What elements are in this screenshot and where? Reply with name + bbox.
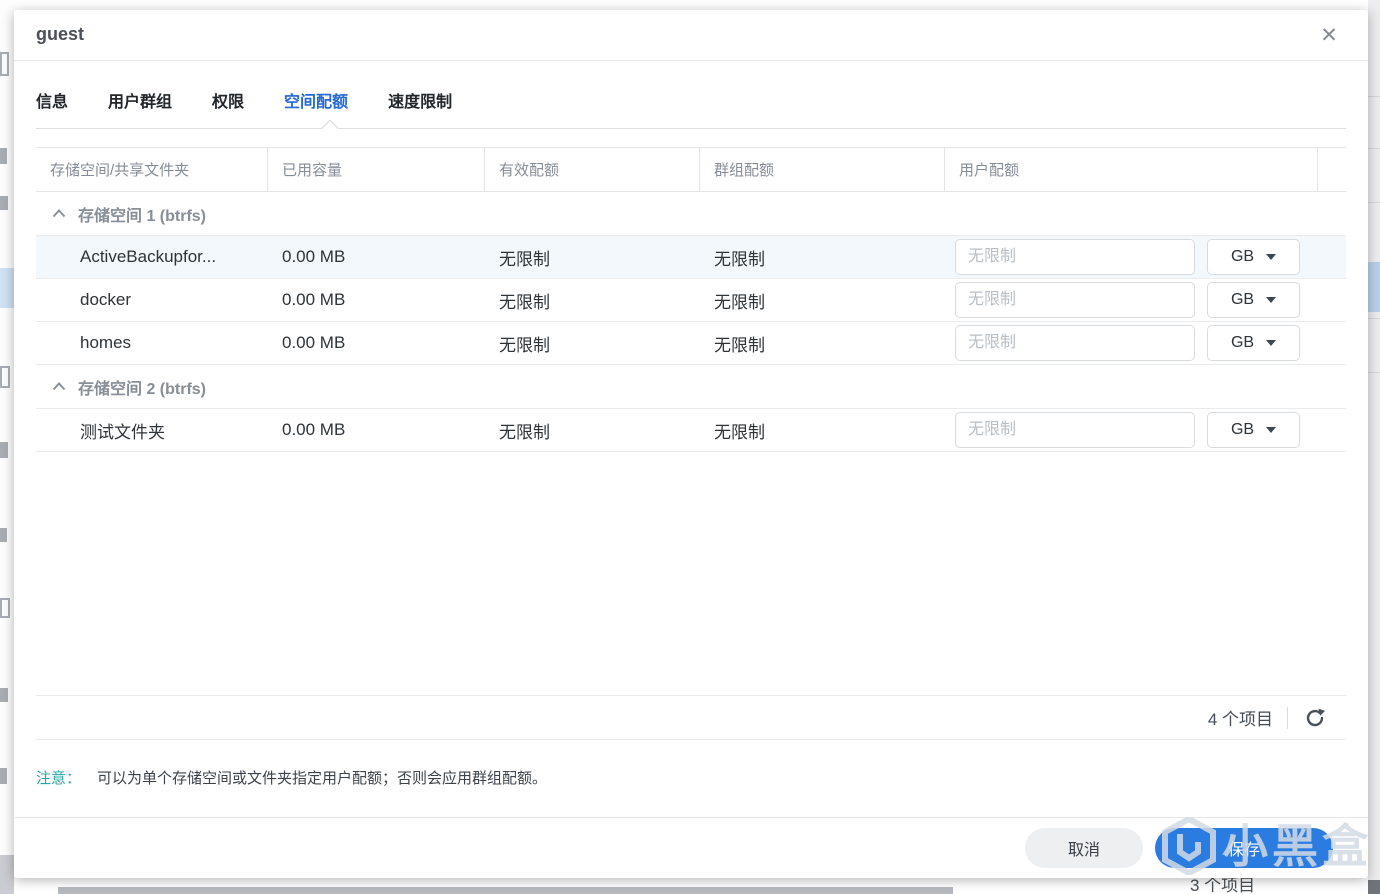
unit-select[interactable]: GB — [1207, 412, 1300, 448]
column-header — [1318, 148, 1346, 191]
dialog-tabs: 信息 用户群组 权限 空间配额 速度限制 — [36, 88, 452, 118]
tab-空间配额[interactable]: 空间配额 — [284, 88, 348, 118]
background-right-strip — [1368, 0, 1380, 894]
effective-quota: 无限制 — [499, 249, 550, 269]
group-quota: 无限制 — [714, 249, 765, 269]
unit-select[interactable]: GB — [1207, 325, 1300, 361]
user-quota-cell: GB — [945, 325, 1318, 361]
shared-folder-name: homes — [80, 333, 132, 352]
user-quota-input[interactable] — [955, 325, 1195, 361]
user-quota-cell: GB — [945, 282, 1318, 318]
tab-信息[interactable]: 信息 — [36, 88, 68, 118]
effective-quota: 无限制 — [499, 422, 550, 442]
group-quota: 无限制 — [714, 292, 765, 312]
background-glyph-fragment — [0, 52, 9, 76]
used-capacity: 0.00 MB — [282, 420, 346, 439]
table-header: 存储空间/共享文件夹 已用容量 有效配额 群组配额 用户配额 — [36, 147, 1346, 192]
chevron-up-icon — [52, 382, 66, 391]
close-icon[interactable]: ✕ — [1314, 21, 1344, 51]
background-glyph-fragment — [0, 598, 10, 618]
chevron-down-icon — [1266, 297, 1277, 303]
group-quota: 无限制 — [714, 335, 765, 355]
tab-权限[interactable]: 权限 — [212, 88, 244, 118]
list-footer-bar: 4 个项目 — [36, 695, 1346, 740]
unit-label: GB — [1230, 248, 1255, 265]
background-glyph-fragment — [0, 148, 7, 164]
used-capacity: 0.00 MB — [282, 290, 346, 309]
note: 注意： 可以为单个存储空间或文件夹指定用户配额；否则会应用群组配额。 — [36, 767, 547, 788]
tab-用户群组[interactable]: 用户群组 — [108, 88, 172, 118]
user-quota-dialog: guest ✕ 信息 用户群组 权限 空间配额 速度限制 存储空间/共享文件夹 已用容量有… — [14, 10, 1368, 878]
active-tab-caret — [321, 119, 339, 137]
quota-table: 存储空间/共享文件夹 已用容量 有效配额 群组配额 用户配额 存储空间 1 (btrfs… — [36, 147, 1346, 452]
table-row[interactable]: 测试文件夹 0.00 MB 无限制 无限制 GB — [36, 409, 1346, 452]
tab-divider — [36, 128, 1346, 129]
background-glyph-fragment — [0, 768, 7, 784]
chevron-down-icon — [1266, 254, 1277, 260]
tab-速度限制[interactable]: 速度限制 — [388, 88, 452, 118]
user-quota-input[interactable] — [955, 239, 1195, 275]
background-glyph-fragment — [0, 196, 8, 210]
note-label: 注意： — [36, 770, 82, 787]
effective-quota: 无限制 — [499, 292, 550, 312]
save-button[interactable]: 保存 — [1155, 828, 1333, 868]
unit-label: GB — [1230, 334, 1255, 351]
chevron-up-icon — [52, 209, 66, 218]
group-quota: 无限制 — [714, 422, 765, 442]
unit-select[interactable]: GB — [1207, 239, 1300, 275]
chevron-down-icon — [1266, 340, 1277, 346]
refresh-icon[interactable] — [1302, 705, 1328, 731]
column-header[interactable]: 存储空间/共享文件夹 — [36, 148, 268, 191]
used-capacity: 0.00 MB — [282, 333, 346, 352]
background-left-strip — [0, 0, 14, 894]
background-glyph-fragment — [0, 442, 8, 458]
column-header[interactable]: 用户配额 — [945, 148, 1318, 191]
table-row[interactable]: homes 0.00 MB 无限制 无限制 GB — [36, 322, 1346, 365]
note-text: 可以为单个存储空间或文件夹指定用户配额；否则会应用群组配额。 — [97, 770, 548, 787]
storage-group-label: 存储空间 2 (btrfs) — [78, 380, 207, 398]
column-header[interactable]: 有效配额 — [485, 148, 700, 191]
dialog-title: guest — [36, 24, 85, 44]
table-body: 存储空间 1 (btrfs) ActiveBackupfor... 0.00 MB 无… — [36, 192, 1346, 452]
background-band-fragment — [0, 855, 14, 894]
background-glyph-fragment — [0, 366, 10, 388]
used-capacity: 0.00 MB — [282, 247, 346, 266]
item-count: 4 个项目 — [1207, 710, 1273, 729]
cancel-button[interactable]: 取消 — [1025, 828, 1143, 868]
user-quota-cell: GB — [945, 412, 1318, 448]
storage-group-row[interactable]: 存储空间 2 (btrfs) — [36, 365, 1346, 409]
shared-folder-name: 测试文件夹 — [80, 422, 165, 442]
background-glyph-fragment — [0, 528, 7, 542]
dialog-footer: 取消 保存 — [14, 817, 1368, 878]
dialog-title-bar: guest ✕ — [14, 10, 1368, 61]
unit-label: GB — [1230, 421, 1255, 438]
user-quota-cell: GB — [945, 239, 1318, 275]
table-row[interactable]: docker 0.00 MB 无限制 无限制 GB — [36, 279, 1346, 322]
table-row[interactable]: ActiveBackupfor... 0.00 MB 无限制 无限制 GB — [36, 236, 1346, 279]
background-glyph-fragment — [0, 688, 8, 702]
storage-group-label: 存储空间 1 (btrfs) — [78, 207, 207, 225]
user-quota-input[interactable] — [955, 282, 1195, 318]
chevron-down-icon — [1266, 427, 1277, 433]
background-selected-row-fragment — [0, 268, 14, 308]
shared-folder-name: docker — [80, 290, 132, 309]
storage-group-row[interactable]: 存储空间 1 (btrfs) — [36, 192, 1346, 236]
unit-select[interactable]: GB — [1207, 282, 1300, 318]
column-header[interactable]: 已用容量 — [268, 148, 485, 191]
effective-quota: 无限制 — [499, 335, 550, 355]
unit-label: GB — [1230, 291, 1255, 308]
background-band-fragment — [58, 887, 953, 894]
user-quota-input[interactable] — [955, 412, 1195, 448]
column-header[interactable]: 群组配额 — [700, 148, 945, 191]
shared-folder-name: ActiveBackupfor... — [80, 247, 217, 266]
footer-separator — [1287, 706, 1288, 729]
